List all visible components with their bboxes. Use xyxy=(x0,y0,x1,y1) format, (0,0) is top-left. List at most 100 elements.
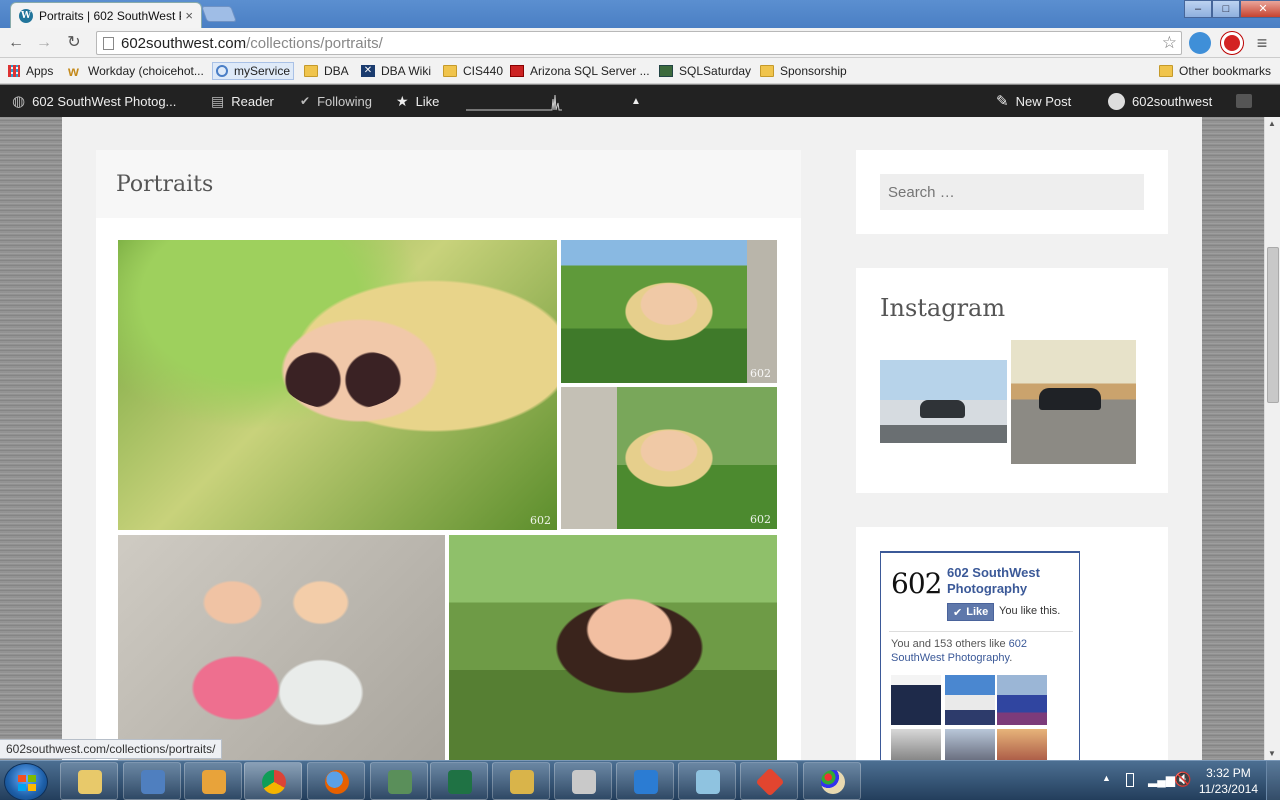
admin-user-link[interactable]: 602southwest xyxy=(1108,85,1212,117)
bookmark-arizona-sql[interactable]: Arizona SQL Server ... xyxy=(510,62,650,80)
facebook-like-label: Like xyxy=(966,606,989,618)
adblock-icon[interactable] xyxy=(1221,32,1243,54)
tray-expand-icon[interactable]: ▲ xyxy=(1102,773,1111,783)
instagram-widget: Instagram xyxy=(856,268,1168,493)
show-desktop-button[interactable] xyxy=(1266,761,1280,800)
taskbar-lync[interactable] xyxy=(616,762,674,800)
bookmark-sqlsaturday[interactable]: SQLSaturday xyxy=(659,62,751,80)
address-bar[interactable]: 602southwest.com/collections/portraits/ … xyxy=(96,31,1182,55)
taskbar-firefox[interactable] xyxy=(307,762,365,800)
signal-icon[interactable]: ▂▄▆ xyxy=(1148,773,1175,787)
instagram-photo[interactable] xyxy=(880,340,1007,464)
notifications-icon[interactable] xyxy=(1236,85,1252,117)
close-window-button[interactable]: ✕ xyxy=(1240,0,1280,18)
start-button[interactable] xyxy=(4,763,48,800)
bookmark-star-icon[interactable]: ☆ xyxy=(1162,33,1177,53)
sparkline-icon xyxy=(466,94,562,111)
taskbar-outlook[interactable] xyxy=(184,762,242,800)
gallery-photo[interactable]: 602 xyxy=(561,387,777,529)
gallery-photo[interactable] xyxy=(118,535,445,760)
folder-icon xyxy=(304,65,318,77)
battery-icon[interactable] xyxy=(1126,773,1134,787)
fan-avatar[interactable] xyxy=(891,675,941,725)
gallery-photo[interactable]: 602 xyxy=(561,240,777,383)
taskbar-chrome[interactable] xyxy=(244,762,302,800)
divider xyxy=(889,631,1073,632)
bookmark-cis440[interactable]: CIS440 xyxy=(443,62,503,80)
scroll-up-icon[interactable]: ▲ xyxy=(1268,119,1276,128)
admin-following-link[interactable]: ✔ Following xyxy=(300,85,372,117)
extension-v-icon[interactable] xyxy=(1189,32,1211,54)
scroll-down-icon[interactable]: ▼ xyxy=(1268,749,1276,758)
facebook-count-suffix: . xyxy=(1009,652,1013,664)
admin-collapse-icon[interactable]: ▲ xyxy=(631,85,641,117)
taskbar-remote-desktop[interactable] xyxy=(123,762,181,800)
paint-icon xyxy=(821,770,845,794)
admin-site-link[interactable]: ◍ 602 SouthWest Photog... xyxy=(12,85,176,117)
taskbar-keepass[interactable] xyxy=(370,762,428,800)
admin-reader-label: Reader xyxy=(231,93,274,109)
tab-title: Portraits | 602 SouthWest P xyxy=(39,8,182,23)
taskbar-clock[interactable]: 3:32 PM 11/23/2014 xyxy=(1199,765,1258,797)
star-icon: ★ xyxy=(396,92,409,109)
taskbar-paint[interactable] xyxy=(803,762,861,800)
taskbar-excel[interactable] xyxy=(430,762,488,800)
scrollbar-thumb[interactable] xyxy=(1267,247,1279,403)
bookmark-dba-wiki[interactable]: ✕ DBA Wiki xyxy=(361,62,431,80)
bookmark-label: Arizona SQL Server ... xyxy=(530,64,650,78)
taskbar-notes[interactable] xyxy=(678,762,736,800)
maximize-button[interactable]: □ xyxy=(1212,0,1240,18)
fan-avatar[interactable] xyxy=(945,675,995,725)
admin-like-label: Like xyxy=(415,93,440,109)
browser-toolbar: ← → ↻ 602southwest.com/collections/portr… xyxy=(0,28,1280,58)
bookmark-label: Workday (choicehot... xyxy=(88,64,204,78)
instagram-photo[interactable] xyxy=(1011,340,1136,464)
globe-icon: ◍ xyxy=(12,93,26,110)
wordpress-favicon-icon: W xyxy=(19,8,33,23)
taskbar-sql[interactable] xyxy=(554,762,612,800)
admin-reader-link[interactable]: ▤ Reader xyxy=(211,85,274,117)
tab-close-icon[interactable]: × xyxy=(185,8,193,23)
gallery-photo[interactable] xyxy=(449,535,777,760)
folder-icon xyxy=(443,65,457,77)
admin-new-post-link[interactable]: ✎ New Post xyxy=(996,85,1071,117)
folder-icon xyxy=(760,65,774,77)
bookmark-apps[interactable]: Apps xyxy=(8,62,53,80)
bookmarks-bar: Apps w Workday (choicehot... myService D… xyxy=(0,58,1280,84)
facebook-like-box: 602 602 SouthWest Photography ✔ Like You… xyxy=(880,551,1080,771)
taskbar-explorer[interactable] xyxy=(60,762,118,800)
page-title: Portraits xyxy=(116,172,214,197)
taskbar-git[interactable] xyxy=(740,762,798,800)
apps-grid-icon xyxy=(8,65,20,77)
page-scrollbar[interactable]: ▲ ▼ xyxy=(1264,117,1280,760)
chrome-icon xyxy=(262,770,286,794)
gallery-photo[interactable]: 602 xyxy=(118,240,557,530)
lock-icon xyxy=(388,770,412,794)
bookmark-myservice[interactable]: myService xyxy=(212,62,295,80)
volume-muted-icon[interactable]: 🔇 xyxy=(1174,771,1191,788)
bookmark-workday[interactable]: w Workday (choicehot... xyxy=(68,62,204,80)
bookmark-label: SQLSaturday xyxy=(679,64,752,78)
firefox-icon xyxy=(325,770,349,794)
forward-arrow-icon[interactable]: → xyxy=(34,33,54,53)
bookmark-dba[interactable]: DBA xyxy=(304,62,349,80)
bookmark-sponsorship[interactable]: Sponsorship xyxy=(760,62,847,80)
minimize-button[interactable]: – xyxy=(1184,0,1212,18)
chrome-menu-icon[interactable]: ≡ xyxy=(1252,33,1272,53)
reload-icon[interactable]: ↻ xyxy=(64,33,84,53)
other-bookmarks[interactable]: Other bookmarks xyxy=(1159,62,1271,80)
facebook-like-button[interactable]: ✔ Like xyxy=(947,603,995,621)
browser-tab[interactable]: W Portraits | 602 SouthWest P × xyxy=(10,2,202,28)
url-path: /collections/portraits/ xyxy=(246,34,383,52)
back-arrow-icon[interactable]: ← xyxy=(6,33,26,53)
admin-like-link[interactable]: ★ Like xyxy=(396,85,439,117)
new-tab-button[interactable] xyxy=(201,6,237,22)
facebook-count-prefix: You and 153 others like xyxy=(891,638,1009,650)
remote-desktop-icon xyxy=(141,770,165,794)
fan-avatar[interactable] xyxy=(997,675,1047,725)
taskbar-tools[interactable] xyxy=(492,762,550,800)
excel-icon xyxy=(448,770,472,794)
facebook-page-name[interactable]: 602 SouthWest Photography xyxy=(947,565,1079,597)
search-input[interactable] xyxy=(880,174,1144,210)
window-controls: – □ ✕ xyxy=(1184,0,1280,18)
